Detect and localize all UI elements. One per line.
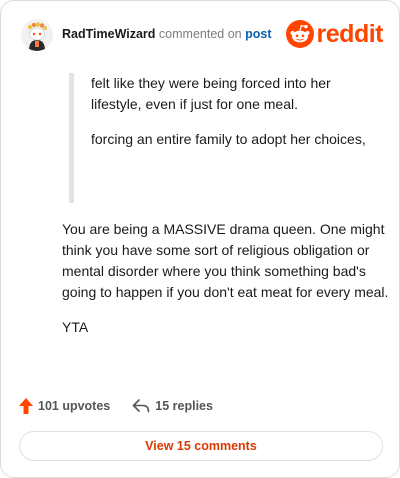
comment-header: RadTimeWizard commented on post reddit bbox=[21, 19, 384, 51]
post-link[interactable]: post bbox=[245, 27, 271, 41]
comment-paragraph: YTA bbox=[62, 319, 89, 335]
reddit-logo[interactable]: reddit bbox=[285, 19, 384, 49]
upvote-button[interactable]: 101 upvotes bbox=[19, 398, 110, 414]
comment-actions: 101 upvotes 15 replies bbox=[19, 397, 213, 415]
username[interactable]: RadTimeWizard bbox=[62, 27, 155, 41]
quote-paragraph: felt like they were being forced into he… bbox=[91, 75, 331, 112]
avatar[interactable] bbox=[21, 19, 53, 51]
upvote-arrow-icon bbox=[19, 398, 33, 414]
reply-count: 15 replies bbox=[155, 399, 213, 413]
view-comments-button[interactable]: View 15 comments bbox=[19, 431, 383, 461]
snoo-avatar-icon bbox=[21, 19, 53, 51]
logo-text: reddit bbox=[316, 19, 384, 48]
reddit-snoo-icon bbox=[285, 20, 314, 48]
comment-paragraph: You are being a MASSIVE drama queen. One… bbox=[62, 221, 389, 300]
quoted-text: felt like they were being forced into he… bbox=[69, 73, 369, 203]
reply-arrow-icon bbox=[132, 399, 150, 413]
quote-paragraph: forcing an entire family to adopt her ch… bbox=[91, 131, 366, 147]
replies-button[interactable]: 15 replies bbox=[132, 399, 213, 413]
upvote-count: 101 upvotes bbox=[38, 399, 111, 413]
action-text: commented on bbox=[158, 27, 242, 41]
comment-card: RadTimeWizard commented on post reddit f… bbox=[0, 0, 400, 478]
comment-body: You are being a MASSIVE drama queen. One… bbox=[62, 219, 392, 338]
byline: RadTimeWizard commented on post bbox=[62, 27, 271, 41]
